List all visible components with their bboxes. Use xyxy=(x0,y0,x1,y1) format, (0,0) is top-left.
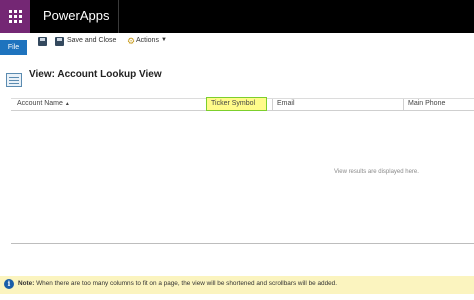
sort-ascending-icon: ▲ xyxy=(64,101,70,107)
page-title: View: Account Lookup View xyxy=(29,69,162,80)
top-bar: PowerApps xyxy=(0,0,474,33)
column-header-main-phone[interactable]: Main Phone xyxy=(408,100,445,107)
info-icon: i xyxy=(4,279,14,289)
command-bar: File Save and Close ⚙ Actions ▼ xyxy=(0,33,474,55)
column-separator xyxy=(272,99,273,111)
column-header-account-name[interactable]: Account Name ▲ xyxy=(17,100,70,107)
app-launcher-icon[interactable] xyxy=(0,0,30,33)
grid-header: Account Name ▲ Ticker Symbol Email Main P… xyxy=(11,97,474,111)
note-text: Note: When there are too many columns to… xyxy=(18,280,337,287)
file-button[interactable]: File xyxy=(0,40,27,55)
column-label: Account Name xyxy=(17,100,63,107)
save-icon[interactable] xyxy=(38,37,47,46)
page: PowerApps File Save and Close ⚙ Actions … xyxy=(0,0,474,300)
actions-button[interactable]: Actions xyxy=(136,37,159,44)
grid-bottom-border xyxy=(11,243,474,244)
note-label: Note: xyxy=(18,280,35,287)
chevron-down-icon[interactable]: ▼ xyxy=(161,37,167,43)
actions-icon[interactable]: ⚙ xyxy=(127,36,135,46)
column-header-email[interactable]: Email xyxy=(277,100,295,107)
empty-results-message: View results are displayed here. xyxy=(334,169,419,175)
topbar-divider xyxy=(118,0,119,33)
save-close-icon[interactable] xyxy=(55,37,64,46)
column-separator xyxy=(403,99,404,111)
column-header-ticker-symbol[interactable]: Ticker Symbol xyxy=(206,97,267,111)
note-message: When there are too many columns to fit o… xyxy=(36,280,338,287)
app-title: PowerApps xyxy=(43,8,110,23)
view-icon xyxy=(6,73,22,87)
note-bar: i Note: When there are too many columns … xyxy=(0,276,474,294)
save-and-close-button[interactable]: Save and Close xyxy=(67,37,116,44)
